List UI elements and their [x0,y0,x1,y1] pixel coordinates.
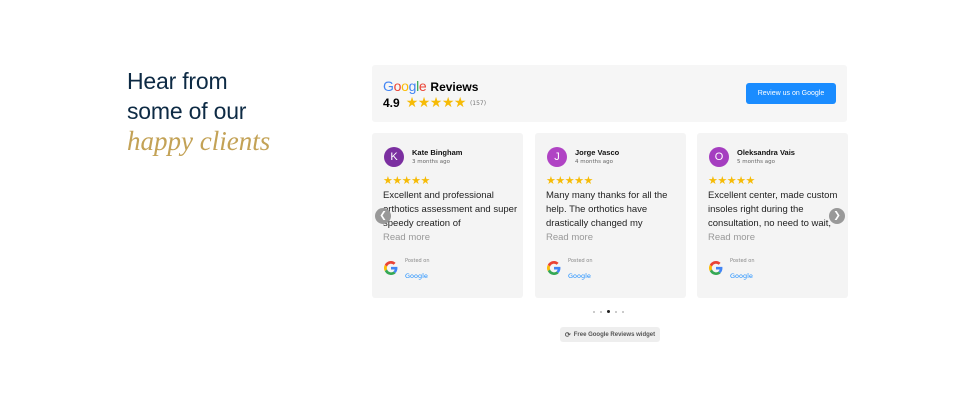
carousel-dot[interactable] [622,310,624,313]
review-text: Excellent center, made custom insoles ri… [708,190,838,229]
heading-accent: happy clients [127,126,271,156]
reviews-widget-header: Google Reviews 4.9 ★★★★★ (157) Review us… [372,65,847,122]
review-stars: ★★★★★ [383,174,430,187]
heading-line-1: Hear from [127,68,228,94]
overall-rating: 4.9 ★★★★★ (157) [383,96,486,110]
google-g-icon [384,261,398,275]
review-text: Excellent and professional orthotics ass… [383,190,518,229]
chevron-right-icon: ❯ [833,211,841,221]
carousel-next-button[interactable]: ❯ [829,208,845,224]
review-us-button[interactable]: Review us on Google [746,83,836,104]
widget-logo-icon: ⟳ [564,331,571,339]
posted-on-label: Posted on [405,258,430,264]
chevron-left-icon: ❮ [379,211,387,221]
review-card: K Kate Bingham 3 months ago ★★★★★ Excell… [372,133,523,298]
rating-value: 4.9 [383,96,400,110]
carousel-dot[interactable] [600,310,602,313]
carousel-dot-active[interactable] [607,310,610,313]
carousel-pagination [593,310,624,313]
source-link[interactable]: Google [568,272,591,280]
avatar: K [384,147,404,167]
review-card: O Oleksandra Vais 5 months ago ★★★★★ Exc… [697,133,848,298]
google-g-icon [709,261,723,275]
posted-on-label: Posted on [568,258,593,264]
reviewer-name: Oleksandra Vais [737,148,795,157]
review-stars: ★★★★★ [546,174,593,187]
source-link[interactable]: Google [405,272,428,280]
review-count: (157) [469,99,487,107]
google-logo-word: Google [383,78,427,94]
review-text: Many many thanks for all the help. The o… [546,190,668,229]
reviewer-name: Kate Bingham [412,148,463,157]
avatar: J [547,147,567,167]
read-more-link[interactable]: Read more [546,232,593,243]
carousel-dot[interactable] [593,310,595,313]
brand-suffix: Reviews [430,80,479,94]
reviewer-name: Jorge Vasco [575,148,620,157]
posted-on-label: Posted on [730,258,755,264]
avatar: O [709,147,729,167]
free-widget-badge[interactable]: ⟳ Free Google Reviews widget [560,327,660,342]
free-widget-label: Free Google Reviews widget [573,331,656,338]
review-card: J Jorge Vasco 4 months ago ★★★★★ Many ma… [535,133,686,298]
carousel-dot[interactable] [615,310,617,313]
read-more-link[interactable]: Read more [383,232,430,243]
read-more-link[interactable]: Read more [708,232,755,243]
section-heading: Hear from some of our happy clients [127,66,270,157]
review-stars: ★★★★★ [708,174,755,187]
google-g-icon [547,261,561,275]
review-time: 4 months ago [575,159,613,165]
carousel-prev-button[interactable]: ❮ [375,208,391,224]
heading-line-2: some of our [127,98,247,124]
google-reviews-brand: Google Reviews [383,78,478,94]
source-link[interactable]: Google [730,272,753,280]
rating-stars: ★★★★★ [405,95,467,111]
review-time: 5 months ago [737,159,775,165]
review-time: 3 months ago [412,159,450,165]
